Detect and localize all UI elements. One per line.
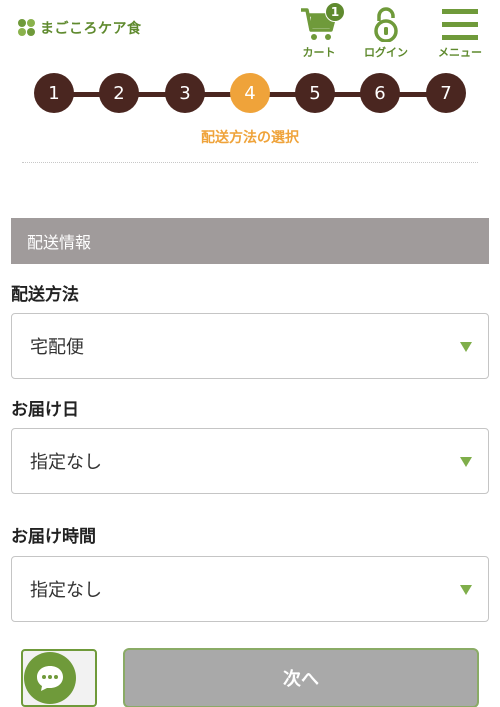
delivery-method-label: 配送方法 <box>11 285 79 305</box>
delivery-date-select[interactable]: 指定なし <box>11 428 489 494</box>
triangle-down-icon <box>460 342 472 352</box>
cart-count-badge: 1 <box>325 2 345 22</box>
cart-label: カート <box>302 46 336 59</box>
login-label: ログイン <box>364 46 408 59</box>
site-header: まごころケア食 1 カート ログイン メニュー <box>0 0 500 64</box>
menu-button[interactable]: メニュー <box>430 4 490 60</box>
next-button[interactable]: 次へ <box>123 648 479 707</box>
menu-label: メニュー <box>438 46 482 59</box>
delivery-time-value: 指定なし <box>30 580 102 601</box>
step-indicator: 1 2 3 4 5 6 7 <box>34 73 466 115</box>
triangle-down-icon <box>460 585 472 595</box>
logo-text: まごころケア食 <box>40 21 142 37</box>
divider <box>22 162 478 163</box>
delivery-time-label: お届け時間 <box>11 527 96 547</box>
step-2: 2 <box>99 73 139 113</box>
triangle-down-icon <box>460 457 472 467</box>
chat-bubble-icon <box>37 666 63 691</box>
clover-logo-icon <box>18 19 36 37</box>
step-6: 6 <box>360 73 400 113</box>
delivery-time-select[interactable]: 指定なし <box>11 556 489 622</box>
hamburger-icon <box>442 9 478 40</box>
cart-button[interactable]: 1 カート <box>289 2 349 60</box>
delivery-date-label: お届け日 <box>11 400 79 420</box>
chat-button[interactable] <box>24 652 76 704</box>
step-1: 1 <box>34 73 74 113</box>
step-5: 5 <box>295 73 335 113</box>
delivery-date-value: 指定なし <box>30 452 102 473</box>
delivery-method-value: 宅配便 <box>30 337 84 358</box>
current-step-label: 配送方法の選択 <box>201 130 299 146</box>
login-button[interactable]: ログイン <box>356 4 416 60</box>
section-header: 配送情報 <box>11 218 489 264</box>
delivery-method-select[interactable]: 宅配便 <box>11 313 489 379</box>
step-3: 3 <box>165 73 205 113</box>
lock-icon <box>374 7 398 42</box>
step-7: 7 <box>426 73 466 113</box>
step-4-current: 4 <box>230 73 270 113</box>
site-logo[interactable]: まごころケア食 <box>18 18 142 38</box>
